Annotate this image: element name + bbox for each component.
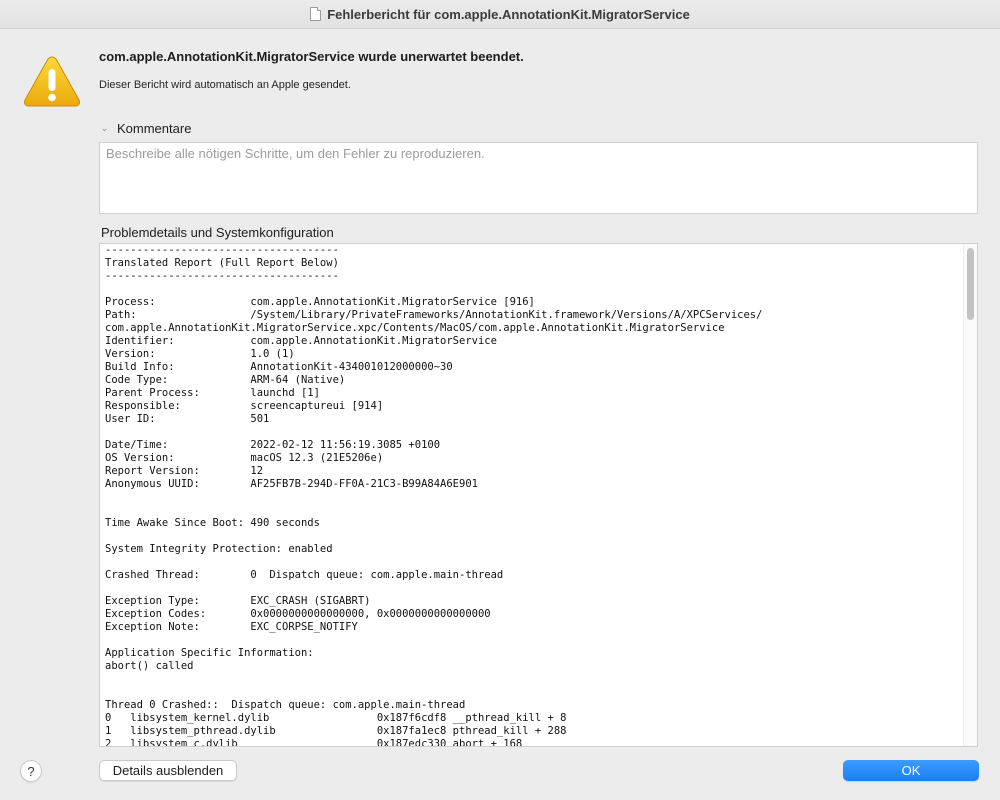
details-section-label: Problemdetails und Systemkonfiguration <box>101 225 334 240</box>
crash-report-view[interactable]: ------------------------------------- Tr… <box>99 243 978 747</box>
crash-report-text: ------------------------------------- Tr… <box>105 244 763 747</box>
alert-subline: Dieser Bericht wird automatisch an Apple… <box>99 79 351 91</box>
help-button[interactable]: ? <box>20 760 42 782</box>
hide-details-button[interactable]: Details ausblenden <box>99 760 237 781</box>
comments-label: Kommentare <box>117 121 192 136</box>
comments-disclosure[interactable]: ⌄ Kommentare <box>99 121 192 136</box>
scrollbar-thumb[interactable] <box>967 248 974 320</box>
help-icon: ? <box>27 763 35 779</box>
chevron-down-icon[interactable]: ⌄ <box>99 123 110 134</box>
vertical-scrollbar[interactable] <box>963 244 977 746</box>
hide-details-label: Details ausblenden <box>112 763 224 778</box>
window-titlebar: Fehlerbericht für com.apple.AnnotationKi… <box>0 0 1000 29</box>
document-icon <box>310 7 322 21</box>
alert-headline: com.apple.AnnotationKit.MigratorService … <box>99 49 524 64</box>
comments-placeholder: Beschreibe alle nötigen Schritte, um den… <box>106 146 485 161</box>
ok-button[interactable]: OK <box>843 760 979 781</box>
comments-textarea[interactable]: Beschreibe alle nötigen Schritte, um den… <box>99 142 978 214</box>
warning-icon <box>23 56 81 107</box>
window-title: Fehlerbericht für com.apple.AnnotationKi… <box>327 6 690 22</box>
ok-label: OK <box>901 763 921 778</box>
